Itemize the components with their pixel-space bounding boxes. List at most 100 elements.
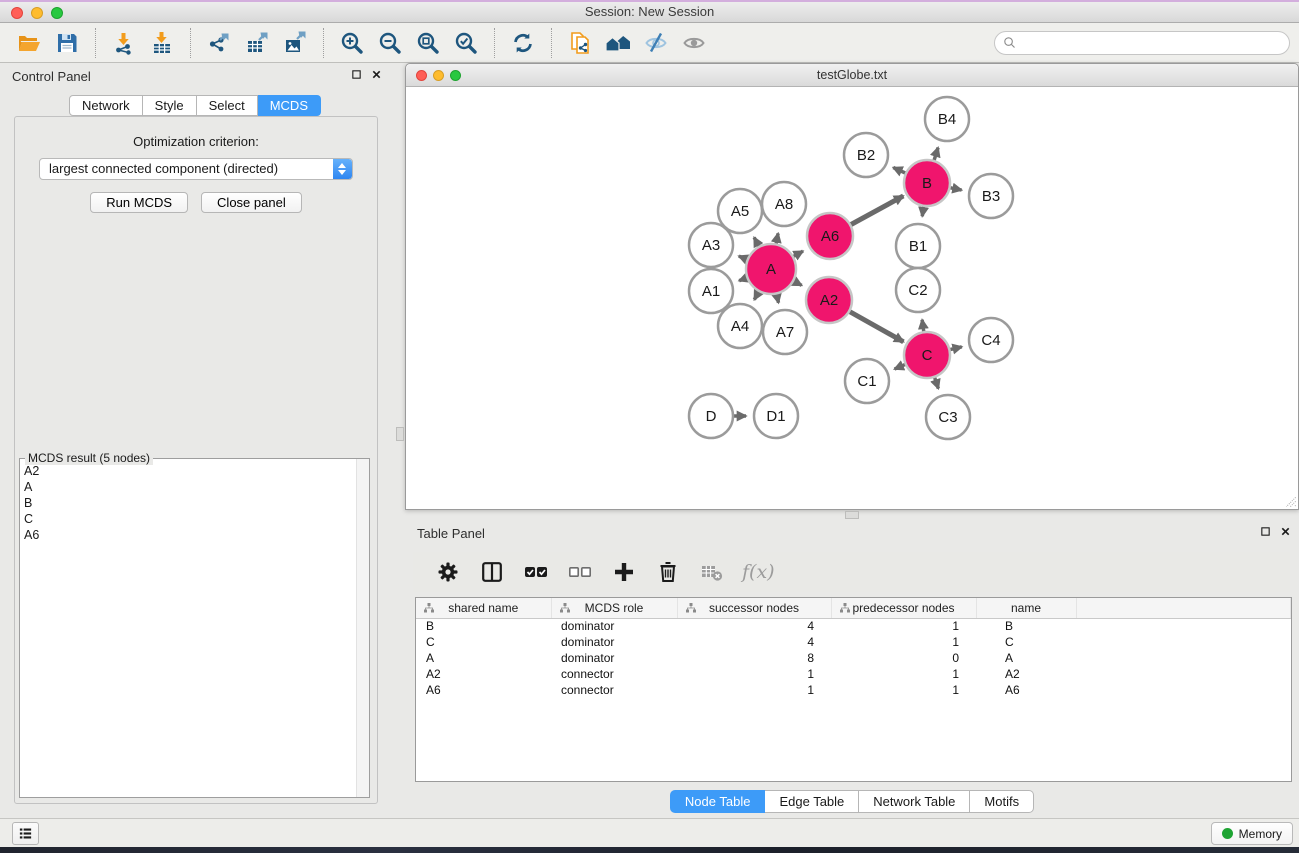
deselect-all-checkboxes-icon[interactable] [564,557,596,587]
tab-node-table[interactable]: Node Table [670,790,766,813]
graph-node-C1[interactable]: C1 [845,359,889,403]
network-canvas[interactable]: AA1A2A3A4A5A6A7A8BB1B2B3B4CC1C2C3C4DD1 [406,87,1298,509]
table-cell[interactable]: 1 [831,634,976,650]
open-session-icon[interactable] [13,28,45,58]
graph-node-A[interactable]: A [746,244,796,294]
search-box[interactable] [994,31,1290,55]
table-cell[interactable]: A6 [976,682,1076,698]
vertical-splitter-handle[interactable] [396,427,404,441]
export-image-icon[interactable] [279,28,311,58]
table-cell[interactable]: C [976,634,1076,650]
table-cell[interactable]: 1 [677,666,831,682]
import-table-icon[interactable] [146,28,178,58]
table-cell[interactable]: B [416,618,551,634]
tab-edge-table[interactable]: Edge Table [765,790,859,813]
zoom-fit-icon[interactable] [412,28,444,58]
duplicate-network-icon[interactable] [564,28,596,58]
table-row[interactable]: A2connector11A2 [416,666,1291,682]
table-cell[interactable]: 0 [831,650,976,666]
export-network-icon[interactable] [203,28,235,58]
graph-node-B2[interactable]: B2 [844,133,888,177]
zoom-in-icon[interactable] [336,28,368,58]
network-minimize-button[interactable] [433,70,444,81]
table-cell[interactable]: connector [551,666,677,682]
table-cell[interactable]: 1 [677,682,831,698]
show-graphics-details-icon[interactable] [678,28,710,58]
graph-node-C4[interactable]: C4 [969,318,1013,362]
zoom-out-icon[interactable] [374,28,406,58]
close-panel-button[interactable]: Close panel [201,192,302,213]
network-close-button[interactable] [416,70,427,81]
delete-column-icon[interactable] [652,557,684,587]
table-row[interactable]: A6connector11A6 [416,682,1291,698]
table-cell[interactable]: A [416,650,551,666]
tab-select[interactable]: Select [197,95,258,116]
close-panel-icon[interactable] [1280,526,1291,537]
search-input[interactable] [1022,36,1282,50]
mcds-result-item[interactable]: C [20,511,355,527]
graph-node-A1[interactable]: A1 [689,269,733,313]
table-cell[interactable]: 4 [677,618,831,634]
column-header-mcds-role[interactable]: MCDS role [551,598,677,618]
table-row[interactable]: Adominator80A [416,650,1291,666]
close-panel-icon[interactable] [371,69,382,80]
graph-node-B1[interactable]: B1 [896,224,940,268]
table-cell[interactable]: A2 [976,666,1076,682]
zoom-selected-icon[interactable] [450,28,482,58]
export-table-icon[interactable] [241,28,273,58]
network-window-titlebar[interactable]: testGlobe.txt [406,64,1298,87]
table-cell[interactable]: C [416,634,551,650]
graph-node-A8[interactable]: A8 [762,182,806,226]
tab-style[interactable]: Style [143,95,197,116]
graph-node-B3[interactable]: B3 [969,174,1013,218]
mcds-result-item[interactable]: A [20,479,355,495]
table-cell[interactable]: A6 [416,682,551,698]
graph-node-D1[interactable]: D1 [754,394,798,438]
column-header-successor-nodes[interactable]: successor nodes [677,598,831,618]
horizontal-splitter-handle[interactable] [845,511,859,519]
table-cell[interactable]: dominator [551,618,677,634]
tab-mcds[interactable]: MCDS [258,95,321,116]
graph-node-A5[interactable]: A5 [718,189,762,233]
table-cell[interactable]: 8 [677,650,831,666]
table-cell[interactable]: 1 [831,618,976,634]
memory-button[interactable]: Memory [1211,822,1293,845]
table-settings-gear-icon[interactable] [432,557,464,587]
tab-network-table[interactable]: Network Table [859,790,970,813]
table-cell[interactable]: 1 [831,666,976,682]
import-network-icon[interactable] [108,28,140,58]
graph-node-A4[interactable]: A4 [718,304,762,348]
window-resize-grip[interactable] [1281,492,1297,508]
select-all-checkboxes-icon[interactable] [520,557,552,587]
table-cell[interactable]: dominator [551,634,677,650]
column-header-predecessor-nodes[interactable]: predecessor nodes [831,598,976,618]
table-cell[interactable]: A2 [416,666,551,682]
graph-node-C2[interactable]: C2 [896,268,940,312]
close-window-button[interactable] [11,7,23,19]
float-panel-icon[interactable] [1260,526,1271,537]
zoom-window-button[interactable] [51,7,63,19]
add-column-icon[interactable] [608,557,640,587]
graph-node-A6[interactable]: A6 [807,213,853,259]
table-cell[interactable]: B [976,618,1076,634]
show-all-networks-icon[interactable] [602,28,634,58]
graph-node-A7[interactable]: A7 [763,310,807,354]
table-cell[interactable]: A [976,650,1076,666]
graph-node-B4[interactable]: B4 [925,97,969,141]
optimization-criterion-select[interactable]: largest connected component (directed) [39,158,353,180]
column-header-shared-name[interactable]: shared name [416,598,551,618]
graph-node-C[interactable]: C [904,332,950,378]
minimize-window-button[interactable] [31,7,43,19]
graph-node-B[interactable]: B [904,160,950,206]
save-session-icon[interactable] [51,28,83,58]
table-cell[interactable]: dominator [551,650,677,666]
graph-node-A2[interactable]: A2 [806,277,852,323]
float-panel-icon[interactable] [351,69,362,80]
graph-node-C3[interactable]: C3 [926,395,970,439]
table-cell[interactable]: 4 [677,634,831,650]
graph-node-D[interactable]: D [689,394,733,438]
table-row[interactable]: Cdominator41C [416,634,1291,650]
hide-graphics-details-icon[interactable] [640,28,672,58]
column-header-name[interactable]: name [976,598,1076,618]
table-cell[interactable]: 1 [831,682,976,698]
